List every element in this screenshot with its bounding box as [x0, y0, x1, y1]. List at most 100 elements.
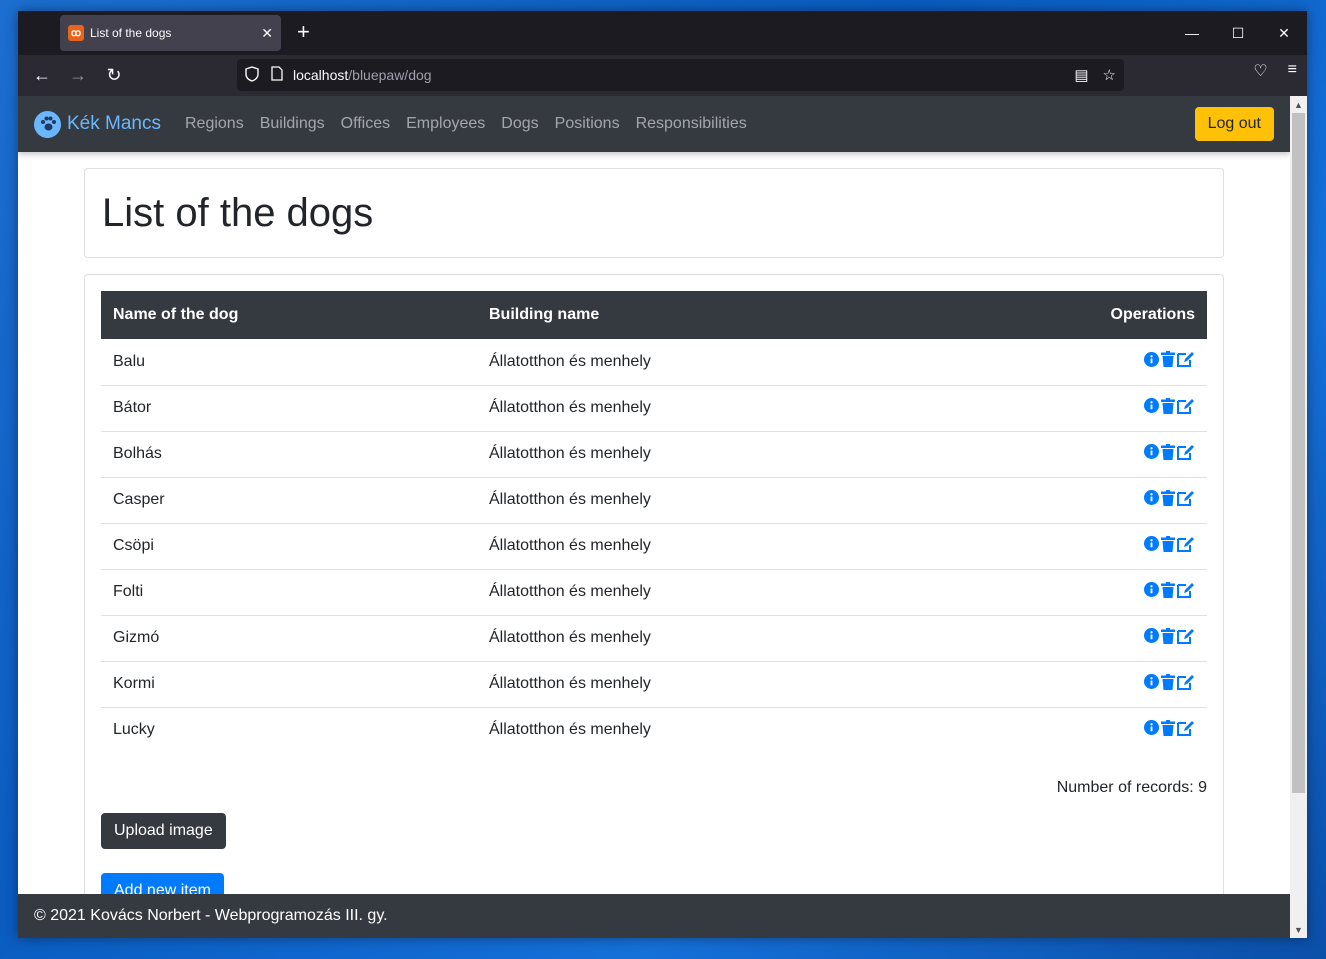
info-icon[interactable]	[1144, 536, 1159, 556]
browser-tab[interactable]: ꝏ List of the dogs ✕	[60, 15, 281, 51]
page-icon	[271, 66, 283, 84]
trash-icon[interactable]	[1161, 627, 1175, 649]
nav-positions[interactable]: Positions	[547, 115, 628, 133]
dog-name: Folti	[113, 583, 144, 600]
row-operations	[938, 385, 1207, 431]
footer: © 2021 Kovács Norbert - Webprogramozás I…	[18, 894, 1290, 938]
info-icon[interactable]	[1144, 490, 1159, 510]
dog-name: Balu	[113, 352, 146, 370]
info-icon[interactable]	[1144, 582, 1159, 602]
table-row: Kormi Állatotthon és menhely	[101, 661, 1207, 707]
new-tab-icon[interactable]: +	[297, 19, 310, 45]
nav-responsibilities[interactable]: Responsibilities	[628, 115, 755, 133]
logout-button[interactable]: Log out	[1194, 107, 1274, 141]
address-bar[interactable]: localhost/bluepaw/dog ▤ ☆	[237, 59, 1124, 91]
scrollbar[interactable]: ▲ ▼	[1290, 96, 1307, 938]
url-host: localhost	[293, 67, 349, 83]
edit-icon[interactable]	[1177, 536, 1195, 557]
back-icon[interactable]: ←	[24, 60, 60, 92]
dog-name: Casper	[113, 491, 165, 508]
brand[interactable]: Kék Mancs	[34, 110, 161, 138]
building-name: Állatotthon és menhely	[489, 352, 651, 370]
edit-icon[interactable]	[1177, 674, 1195, 695]
info-icon[interactable]	[1144, 628, 1159, 648]
trash-icon[interactable]	[1161, 443, 1175, 465]
table-row: Csöpi Állatotthon és menhely	[101, 523, 1207, 569]
row-operations	[938, 339, 1207, 385]
close-window-icon[interactable]: ✕	[1261, 11, 1307, 55]
minimize-icon[interactable]: —	[1169, 11, 1215, 55]
dog-name: Bolhás	[113, 445, 162, 462]
shield-icon[interactable]	[245, 65, 259, 85]
title-card: List of the dogs	[84, 168, 1224, 258]
edit-icon[interactable]	[1177, 720, 1195, 741]
trash-icon[interactable]	[1161, 581, 1175, 603]
edit-icon[interactable]	[1177, 628, 1195, 649]
row-operations	[938, 661, 1207, 707]
building-name: Állatotthon és menhely	[489, 721, 651, 739]
forward-icon[interactable]: →	[60, 60, 96, 92]
edit-icon[interactable]	[1177, 582, 1195, 603]
bookmark-star-icon[interactable]: ☆	[1103, 66, 1116, 84]
table-row: Bolhás Állatotthon és menhely	[101, 431, 1207, 477]
info-icon[interactable]	[1144, 351, 1159, 372]
reader-view-icon[interactable]: ▤	[1074, 66, 1088, 84]
building-name: Állatotthon és menhely	[489, 583, 651, 600]
nav-buildings[interactable]: Buildings	[252, 115, 333, 133]
table-row: Balu Állatotthon és menhely	[101, 339, 1207, 385]
close-tab-icon[interactable]: ✕	[261, 25, 273, 42]
footer-text: © 2021 Kovács Norbert - Webprogramozás I…	[34, 907, 388, 924]
info-icon[interactable]	[1144, 720, 1159, 740]
dogs-table: Name of the dog Building name Operations…	[101, 291, 1207, 753]
info-icon[interactable]	[1144, 398, 1159, 418]
scroll-up-icon[interactable]: ▲	[1290, 96, 1307, 113]
scroll-down-icon[interactable]: ▼	[1290, 921, 1307, 938]
page-viewport: Kék Mancs Regions Buildings Offices Empl…	[18, 96, 1307, 938]
edit-icon[interactable]	[1177, 490, 1195, 511]
info-icon[interactable]	[1144, 444, 1159, 464]
favicon-icon: ꝏ	[68, 25, 84, 41]
tab-bar: ꝏ List of the dogs ✕ + — ☐ ✕	[18, 11, 1307, 55]
row-operations	[938, 569, 1207, 615]
maximize-icon[interactable]: ☐	[1215, 11, 1261, 55]
row-operations	[938, 523, 1207, 569]
row-operations	[938, 477, 1207, 523]
trash-icon[interactable]	[1161, 719, 1175, 741]
nav-dogs[interactable]: Dogs	[493, 115, 546, 133]
dog-name: Kormi	[113, 675, 155, 692]
browser-window: ꝏ List of the dogs ✕ + — ☐ ✕ ← → ↻ local…	[18, 11, 1307, 938]
upload-image-button[interactable]: Upload image	[101, 813, 226, 849]
building-name: Állatotthon és menhely	[489, 491, 651, 508]
pocket-icon[interactable]: ♡	[1253, 61, 1267, 81]
nav-regions[interactable]: Regions	[177, 115, 252, 133]
table-header-row: Name of the dog Building name Operations	[101, 291, 1207, 339]
trash-icon[interactable]	[1161, 673, 1175, 695]
info-icon[interactable]	[1144, 674, 1159, 694]
app-navbar: Kék Mancs Regions Buildings Offices Empl…	[18, 96, 1290, 152]
table-row: Folti Állatotthon és menhely	[101, 569, 1207, 615]
trash-icon[interactable]	[1161, 535, 1175, 557]
nav-offices[interactable]: Offices	[333, 115, 399, 133]
dog-name: Gizmó	[113, 629, 160, 646]
nav-employees[interactable]: Employees	[398, 115, 493, 133]
scroll-thumb[interactable]	[1292, 113, 1305, 793]
trash-icon[interactable]	[1161, 397, 1175, 419]
trash-icon[interactable]	[1161, 489, 1175, 511]
paw-icon	[34, 110, 61, 138]
list-card: Name of the dog Building name Operations…	[84, 274, 1224, 938]
table-row: Bátor Állatotthon és menhely	[101, 385, 1207, 431]
table-row: Casper Állatotthon és menhely	[101, 477, 1207, 523]
dog-name: Csöpi	[113, 537, 154, 554]
menu-icon[interactable]: ≡	[1288, 61, 1297, 81]
edit-icon[interactable]	[1177, 351, 1195, 372]
building-name: Állatotthon és menhely	[489, 629, 651, 646]
building-name: Állatotthon és menhely	[489, 675, 651, 692]
edit-icon[interactable]	[1177, 444, 1195, 465]
building-name: Állatotthon és menhely	[489, 445, 651, 462]
trash-icon[interactable]	[1161, 351, 1175, 372]
edit-icon[interactable]	[1177, 398, 1195, 419]
reload-icon[interactable]: ↻	[96, 60, 132, 92]
row-operations	[938, 431, 1207, 477]
window-controls: — ☐ ✕	[1169, 11, 1307, 55]
tab-title: List of the dogs	[90, 26, 172, 40]
